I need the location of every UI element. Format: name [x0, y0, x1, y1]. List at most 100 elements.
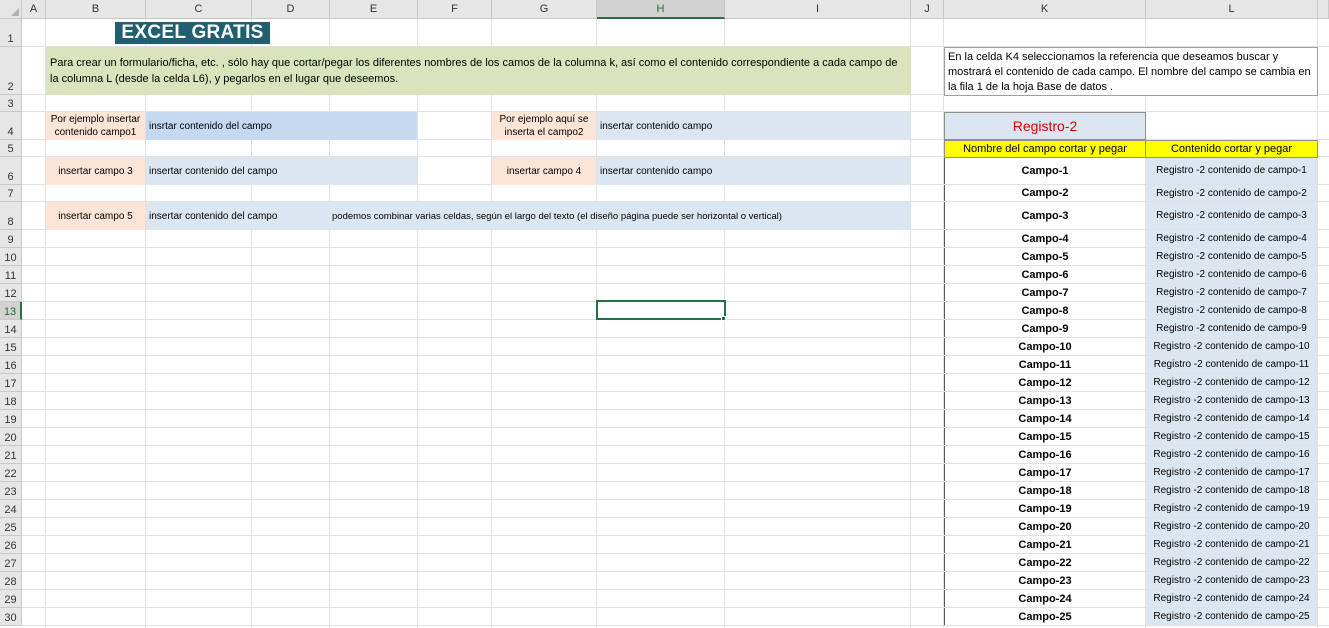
row-header-1[interactable]: 1: [0, 19, 22, 47]
campo-name-cell[interactable]: Campo-1: [944, 157, 1146, 185]
row-header-3[interactable]: 3: [0, 95, 22, 112]
column-header-e[interactable]: E: [330, 0, 418, 19]
campo-content-cell[interactable]: Registro -2 contenido de campo-1: [1146, 157, 1318, 185]
campo-content-cell[interactable]: Registro -2 contenido de campo-7: [1146, 284, 1318, 302]
row-header-17[interactable]: 17: [0, 374, 22, 392]
campo-content-cell[interactable]: Registro -2 contenido de campo-16: [1146, 446, 1318, 464]
row-header-23[interactable]: 23: [0, 482, 22, 500]
campo-name-cell[interactable]: Campo-18: [944, 482, 1146, 500]
campo-content-cell[interactable]: Registro -2 contenido de campo-22: [1146, 554, 1318, 572]
form-cell-b6[interactable]: insertar campo 3: [46, 157, 145, 185]
row-header-16[interactable]: 16: [0, 356, 22, 374]
row-header-30[interactable]: 30: [0, 608, 22, 626]
row-header-27[interactable]: 27: [0, 554, 22, 572]
campo-content-cell[interactable]: Registro -2 contenido de campo-25: [1146, 608, 1318, 626]
row-header-29[interactable]: 29: [0, 590, 22, 608]
campo-content-cell[interactable]: Registro -2 contenido de campo-11: [1146, 356, 1318, 374]
column-header-l[interactable]: L: [1146, 0, 1318, 19]
campo-content-cell[interactable]: Registro -2 contenido de campo-15: [1146, 428, 1318, 446]
row-header-13[interactable]: 13: [0, 302, 22, 320]
side-note-cell[interactable]: En la celda K4 seleccionamos la referenc…: [944, 47, 1318, 96]
campo-name-cell[interactable]: Campo-6: [944, 266, 1146, 284]
campo-content-cell[interactable]: Registro -2 contenido de campo-2: [1146, 185, 1318, 202]
campo-name-cell[interactable]: Campo-25: [944, 608, 1146, 626]
row-header-19[interactable]: 19: [0, 410, 22, 428]
campo-name-cell[interactable]: Campo-22: [944, 554, 1146, 572]
campo-content-cell[interactable]: Registro -2 contenido de campo-24: [1146, 590, 1318, 608]
column-header-a[interactable]: A: [22, 0, 46, 19]
campo-name-cell[interactable]: Campo-14: [944, 410, 1146, 428]
column-header-g[interactable]: G: [492, 0, 597, 19]
campo-name-cell[interactable]: Campo-20: [944, 518, 1146, 536]
instructions-cell[interactable]: Para crear un formulario/ficha, etc. , s…: [46, 47, 911, 95]
form-cell-b4[interactable]: Por ejemplo insertar contenido campo1: [46, 112, 145, 140]
campo-name-cell[interactable]: Campo-5: [944, 248, 1146, 266]
row-header-7[interactable]: 7: [0, 185, 22, 202]
form-cell-c8[interactable]: insertar contenido del campo: [146, 202, 330, 230]
campo-name-cell[interactable]: Campo-12: [944, 374, 1146, 392]
active-cell-h13[interactable]: [596, 300, 726, 320]
campo-name-cell[interactable]: Campo-21: [944, 536, 1146, 554]
row-header-9[interactable]: 9: [0, 230, 22, 248]
campo-name-cell[interactable]: Campo-23: [944, 572, 1146, 590]
campo-name-cell[interactable]: Campo-9: [944, 320, 1146, 338]
campo-name-cell[interactable]: Campo-8: [944, 302, 1146, 320]
campo-name-cell[interactable]: Campo-10: [944, 338, 1146, 356]
campo-name-cell[interactable]: Campo-7: [944, 284, 1146, 302]
row-header-10[interactable]: 10: [0, 248, 22, 266]
campo-content-cell[interactable]: Registro -2 contenido de campo-6: [1146, 266, 1318, 284]
row-header-15[interactable]: 15: [0, 338, 22, 356]
campo-name-cell[interactable]: Campo-15: [944, 428, 1146, 446]
campo-content-cell[interactable]: Registro -2 contenido de campo-23: [1146, 572, 1318, 590]
campo-name-cell[interactable]: Campo-11: [944, 356, 1146, 374]
campo-content-cell[interactable]: Registro -2 contenido de campo-3: [1146, 202, 1318, 230]
campo-content-cell[interactable]: Registro -2 contenido de campo-12: [1146, 374, 1318, 392]
row-header-12[interactable]: 12: [0, 284, 22, 302]
campo-name-cell[interactable]: Campo-24: [944, 590, 1146, 608]
row-header-5[interactable]: 5: [0, 140, 22, 157]
row-header-28[interactable]: 28: [0, 572, 22, 590]
row-header-26[interactable]: 26: [0, 536, 22, 554]
row-header-8[interactable]: 8: [0, 202, 22, 230]
row-header-2[interactable]: 2: [0, 47, 22, 95]
form-cell-c4[interactable]: insrtar contenido del campo: [146, 112, 417, 140]
column-header-d[interactable]: D: [252, 0, 330, 19]
column-header-h[interactable]: H: [597, 0, 725, 19]
form-cell-h4[interactable]: insertar contenido campo: [597, 112, 911, 140]
row-header-4[interactable]: 4: [0, 112, 22, 140]
column-header-j[interactable]: J: [911, 0, 944, 19]
campo-name-cell[interactable]: Campo-13: [944, 392, 1146, 410]
column-header-f[interactable]: F: [418, 0, 492, 19]
campo-content-cell[interactable]: Registro -2 contenido de campo-4: [1146, 230, 1318, 248]
registro-selector-k4[interactable]: Registro-2: [944, 112, 1146, 140]
campo-content-cell[interactable]: Registro -2 contenido de campo-18: [1146, 482, 1318, 500]
row-header-20[interactable]: 20: [0, 428, 22, 446]
row-header-6[interactable]: 6: [0, 157, 22, 185]
campo-content-cell[interactable]: Registro -2 contenido de campo-17: [1146, 464, 1318, 482]
row-header-22[interactable]: 22: [0, 464, 22, 482]
form-cell-e8[interactable]: podemos combinar varias celdas, según el…: [330, 202, 911, 230]
campo-content-cell[interactable]: Registro -2 contenido de campo-5: [1146, 248, 1318, 266]
column-header-k[interactable]: K: [944, 0, 1146, 19]
column-header-b[interactable]: B: [46, 0, 146, 19]
row-header-11[interactable]: 11: [0, 266, 22, 284]
campo-name-cell[interactable]: Campo-19: [944, 500, 1146, 518]
column-header-c[interactable]: C: [146, 0, 252, 19]
row-header-25[interactable]: 25: [0, 518, 22, 536]
campo-name-cell[interactable]: Campo-2: [944, 185, 1146, 202]
fill-handle[interactable]: [721, 316, 726, 321]
campo-name-cell[interactable]: Campo-3: [944, 202, 1146, 230]
form-cell-g6[interactable]: insertar campo 4: [492, 157, 596, 185]
select-all-corner[interactable]: [0, 0, 22, 19]
form-cell-g4[interactable]: Por ejemplo aquí se inserta el campo2: [492, 112, 596, 140]
row-header-18[interactable]: 18: [0, 392, 22, 410]
campo-name-cell[interactable]: Campo-17: [944, 464, 1146, 482]
form-cell-c6[interactable]: insertar contenido del campo: [146, 157, 417, 185]
campo-content-cell[interactable]: Registro -2 contenido de campo-10: [1146, 338, 1318, 356]
form-cell-h6[interactable]: insertar contenido campo: [597, 157, 911, 185]
campo-content-cell[interactable]: Registro -2 contenido de campo-19: [1146, 500, 1318, 518]
campo-content-cell[interactable]: Registro -2 contenido de campo-21: [1146, 536, 1318, 554]
form-cell-b8[interactable]: insertar campo 5: [46, 202, 145, 230]
campo-name-cell[interactable]: Campo-16: [944, 446, 1146, 464]
campo-content-cell[interactable]: Registro -2 contenido de campo-14: [1146, 410, 1318, 428]
